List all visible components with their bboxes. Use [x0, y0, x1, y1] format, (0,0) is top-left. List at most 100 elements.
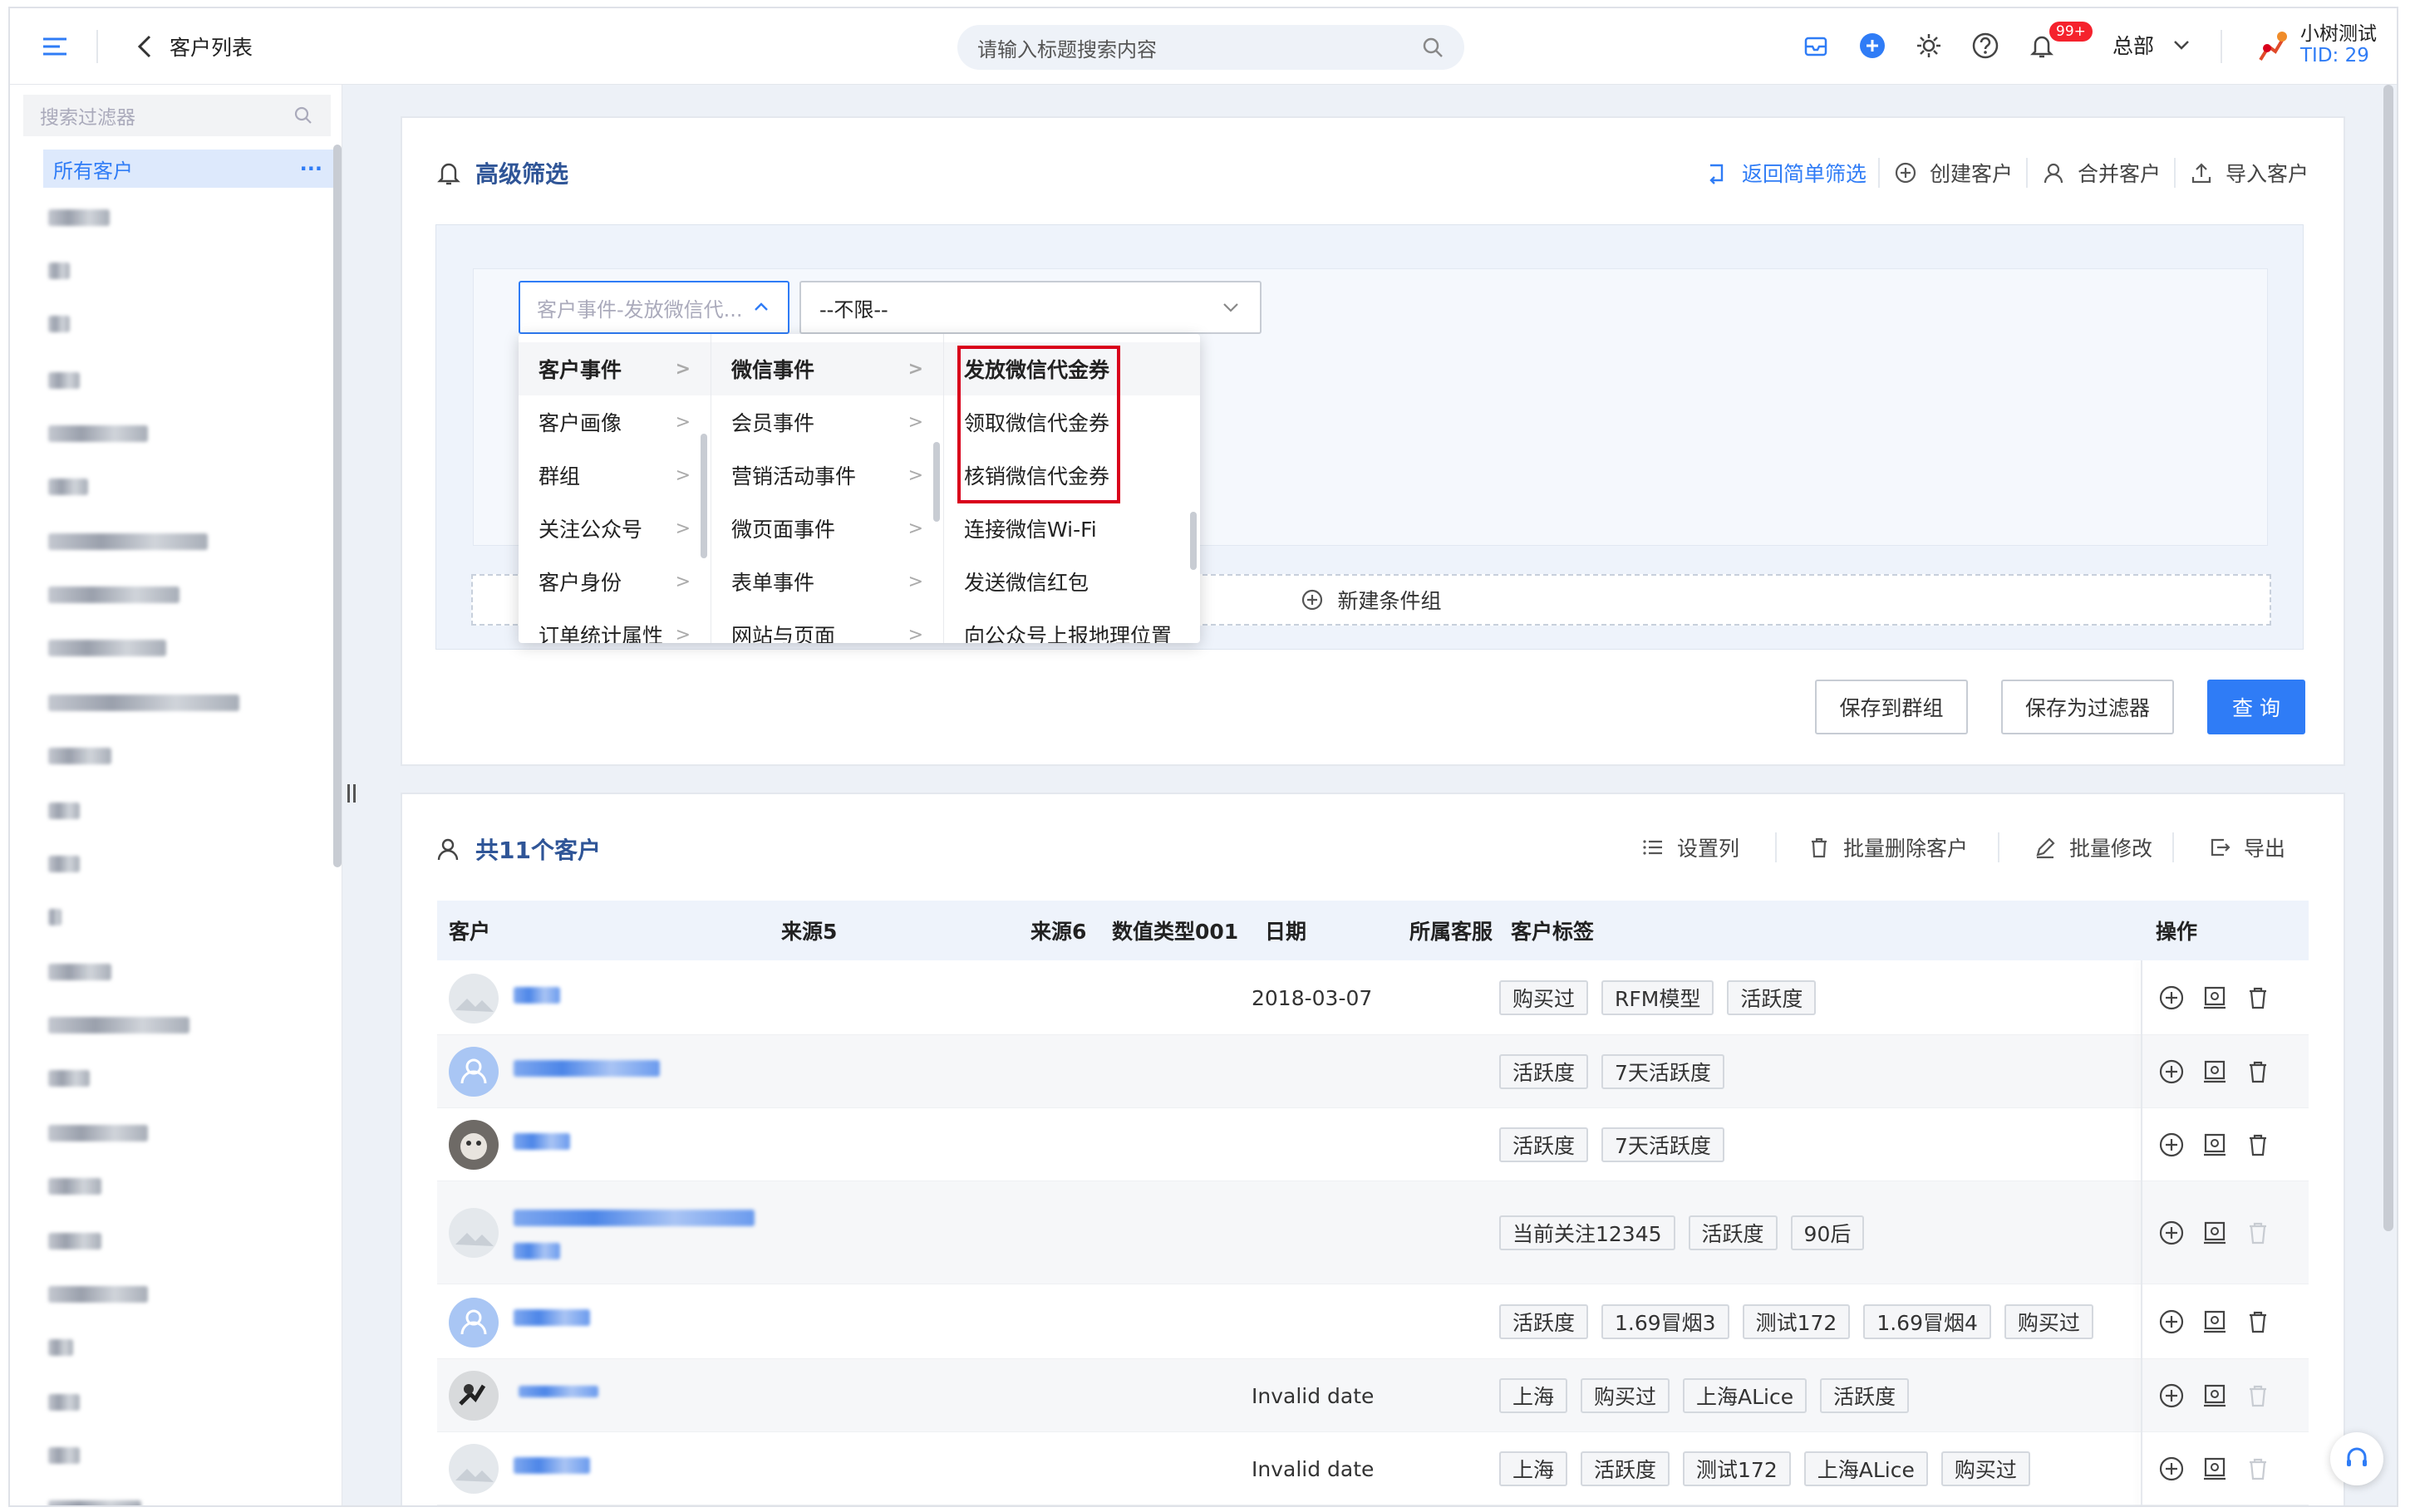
- view-detail-icon[interactable]: [2201, 984, 2229, 1012]
- column-header[interactable]: 数值类型001: [1112, 901, 1238, 960]
- back-button[interactable]: 客户列表: [133, 32, 253, 61]
- list-item[interactable]: [48, 1394, 80, 1411]
- save-as-filter-button[interactable]: 保存为过滤器: [2001, 680, 2174, 734]
- sidebar-item-all-customers[interactable]: 所有客户 ···: [43, 150, 334, 188]
- list-item[interactable]: [48, 695, 239, 711]
- list-item[interactable]: [48, 803, 80, 819]
- cascader-option[interactable]: 关注公众号 >: [519, 502, 711, 555]
- list-item[interactable]: [48, 587, 180, 603]
- table-row[interactable]: Invalid date 上海 购买过 上海ALice 活跃度: [437, 1359, 2309, 1432]
- cascader-option[interactable]: 网站与页面 >: [711, 608, 943, 643]
- cascader-option[interactable]: 订单统计属性 >: [519, 608, 711, 643]
- create-customer-button[interactable]: 创建客户: [1893, 158, 2013, 188]
- list-item[interactable]: [48, 640, 166, 656]
- scrollbar[interactable]: [701, 434, 707, 558]
- customer-name[interactable]: [519, 1386, 598, 1397]
- view-detail-icon[interactable]: [2201, 1219, 2229, 1247]
- list-item[interactable]: [48, 748, 111, 764]
- column-header[interactable]: 来源6: [1030, 901, 1086, 960]
- list-item[interactable]: [48, 263, 70, 279]
- cascader-option[interactable]: 营销活动事件 >: [711, 449, 943, 502]
- add-circle-icon[interactable]: [2157, 1131, 2186, 1159]
- field-cascader-select[interactable]: 客户事件-发放微信代...: [519, 281, 789, 334]
- filter-search-input[interactable]: 搜索过滤器: [23, 95, 331, 136]
- more-icon[interactable]: ···: [300, 157, 322, 180]
- add-circle-icon[interactable]: [2157, 984, 2186, 1012]
- view-detail-icon[interactable]: [2201, 1308, 2229, 1336]
- cascader-option[interactable]: 群组 >: [519, 449, 711, 502]
- trash-icon[interactable]: [2244, 1308, 2272, 1336]
- list-item[interactable]: [48, 479, 88, 495]
- save-to-group-button[interactable]: 保存到群组: [1815, 680, 1968, 734]
- org-switcher[interactable]: 总部: [2112, 30, 2192, 60]
- support-float-button[interactable]: [2330, 1432, 2383, 1485]
- import-customer-button[interactable]: 导入客户: [2189, 158, 2309, 188]
- settings-gear-icon[interactable]: [1915, 32, 1943, 60]
- add-circle-icon[interactable]: [2157, 1219, 2186, 1247]
- list-item[interactable]: [48, 209, 110, 226]
- export-button[interactable]: 导出: [2207, 832, 2285, 862]
- view-detail-icon[interactable]: [2201, 1455, 2229, 1483]
- cascader-option[interactable]: 会员事件 >: [711, 395, 943, 449]
- list-item[interactable]: [48, 372, 80, 389]
- list-item[interactable]: [48, 316, 70, 332]
- sidebar-scrollbar[interactable]: [333, 145, 342, 867]
- cascader-option[interactable]: 客户画像 >: [519, 395, 711, 449]
- table-row[interactable]: 活跃度 7天活跃度: [437, 1035, 2309, 1108]
- column-header[interactable]: 所属客服: [1409, 901, 1493, 960]
- table-row[interactable]: Invalid date 上海 活跃度 测试172 上海ALice 购买过: [437, 1432, 2309, 1505]
- column-header[interactable]: 客户: [449, 901, 490, 960]
- list-item[interactable]: [48, 1125, 148, 1141]
- cascader-option[interactable]: 发送微信红包: [944, 555, 1200, 608]
- user-avatar[interactable]: [2252, 27, 2292, 66]
- trash-icon[interactable]: [2244, 984, 2272, 1012]
- list-item[interactable]: [48, 909, 61, 925]
- help-icon[interactable]: [1971, 32, 1999, 60]
- menu-toggle-icon[interactable]: [40, 32, 70, 61]
- view-detail-icon[interactable]: [2201, 1382, 2229, 1410]
- scrollbar[interactable]: [933, 442, 940, 522]
- condition-select[interactable]: --不限--: [799, 281, 1262, 334]
- list-item[interactable]: [48, 1233, 101, 1249]
- add-circle-icon[interactable]: [2157, 1058, 2186, 1086]
- list-item[interactable]: [48, 1286, 148, 1303]
- list-item[interactable]: [48, 1447, 80, 1464]
- table-row[interactable]: 活跃度 1.69冒烟3 测试172 1.69冒烟4 购买过: [437, 1284, 2309, 1359]
- list-item[interactable]: [48, 1017, 189, 1033]
- customer-name[interactable]: [514, 987, 560, 1004]
- list-item[interactable]: [48, 964, 111, 980]
- sidebar-resize-handle[interactable]: [347, 784, 359, 803]
- customer-name[interactable]: [514, 1243, 560, 1259]
- cascader-option[interactable]: 表单事件 >: [711, 555, 943, 608]
- batch-edit-button[interactable]: 批量修改: [2033, 832, 2152, 862]
- cascader-option[interactable]: 连接微信Wi-Fi: [944, 502, 1200, 555]
- trash-icon[interactable]: [2244, 1058, 2272, 1086]
- merge-customer-button[interactable]: 合并客户: [2041, 158, 2161, 188]
- table-row[interactable]: 活跃度 7天活跃度: [437, 1108, 2309, 1181]
- list-item[interactable]: [48, 1500, 141, 1505]
- cascader-option[interactable]: 微信事件 >: [711, 342, 943, 395]
- query-button[interactable]: 查 询: [2207, 680, 2305, 734]
- cascader-option[interactable]: 客户事件 >: [519, 342, 711, 395]
- list-item[interactable]: [48, 425, 148, 442]
- add-circle-icon[interactable]: [2157, 1308, 2186, 1336]
- column-header[interactable]: 操作: [2156, 901, 2197, 960]
- column-header[interactable]: 来源5: [781, 901, 837, 960]
- scrollbar[interactable]: [1190, 512, 1197, 570]
- table-row[interactable]: 当前关注12345 活跃度 90后: [437, 1181, 2309, 1284]
- customer-name[interactable]: [514, 1457, 590, 1474]
- set-columns-button[interactable]: 设置列: [1640, 832, 1739, 862]
- table-row[interactable]: 2018-03-07 购买过 RFM模型 活跃度: [437, 960, 2309, 1035]
- add-circle-icon[interactable]: [2157, 1382, 2186, 1410]
- view-detail-icon[interactable]: [2201, 1058, 2229, 1086]
- customer-name[interactable]: [514, 1133, 570, 1150]
- inbox-icon[interactable]: [1802, 32, 1830, 60]
- customer-name[interactable]: [514, 1309, 590, 1326]
- global-search[interactable]: 请输入标题搜索内容: [957, 25, 1464, 70]
- trash-icon[interactable]: [2244, 1131, 2272, 1159]
- column-header[interactable]: 日期: [1265, 901, 1306, 960]
- batch-delete-button[interactable]: 批量删除客户: [1807, 832, 1968, 862]
- user-info[interactable]: 小树测试 TID: 29: [2300, 23, 2377, 66]
- back-simple-filter-button[interactable]: 返回简单筛选: [1705, 158, 1867, 188]
- column-header[interactable]: 客户标签: [1511, 901, 1594, 960]
